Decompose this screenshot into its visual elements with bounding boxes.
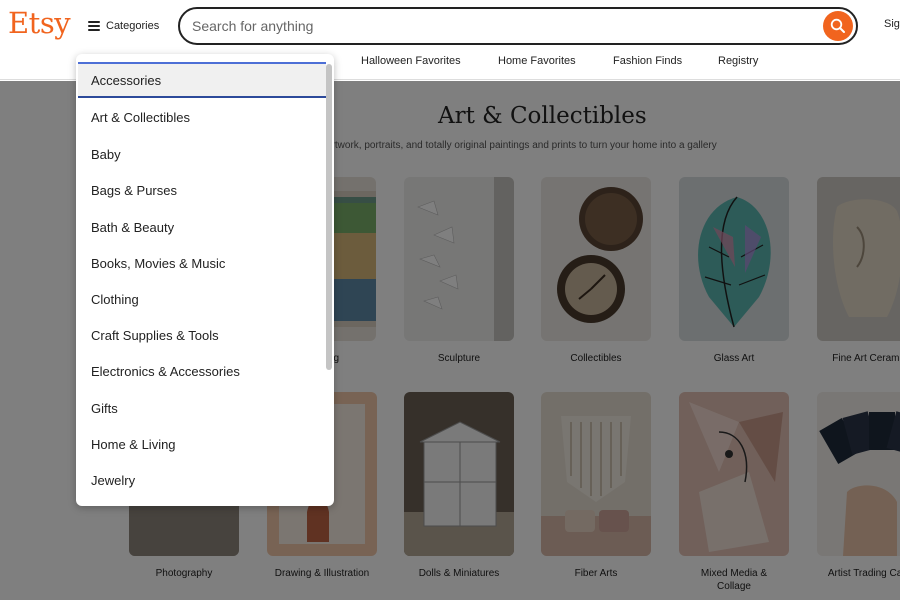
- subnav-registry[interactable]: Registry: [718, 55, 758, 67]
- dropdown-item-books-movies-music[interactable]: Books, Movies & Music: [78, 245, 326, 281]
- hamburger-icon: [88, 21, 100, 31]
- subnav-fashion-finds[interactable]: Fashion Finds: [613, 55, 682, 67]
- search-button[interactable]: [823, 11, 853, 41]
- dropdown-item-jewelry[interactable]: Jewelry: [78, 462, 326, 498]
- header: Etsy Categories Sign in: [0, 0, 900, 52]
- dropdown-item-accessories[interactable]: Accessories: [78, 62, 326, 98]
- dropdown-item-electronics-accessories[interactable]: Electronics & Accessories: [78, 353, 326, 389]
- dropdown-item-craft-supplies-tools[interactable]: Craft Supplies & Tools: [78, 317, 326, 353]
- dropdown-item-bath-beauty[interactable]: Bath & Beauty: [78, 209, 326, 245]
- etsy-logo[interactable]: Etsy: [8, 6, 71, 40]
- sign-in-link[interactable]: Sign in: [884, 18, 900, 30]
- search-icon: [830, 18, 845, 33]
- dropdown-item-home-living[interactable]: Home & Living: [78, 426, 326, 462]
- categories-button[interactable]: Categories: [88, 16, 159, 36]
- dropdown-scrollbar[interactable]: [326, 64, 332, 370]
- dropdown-item-baby[interactable]: Baby: [78, 136, 326, 172]
- subnav-halloween-favorites[interactable]: Halloween Favorites: [361, 55, 461, 67]
- search-bar: [178, 7, 858, 45]
- search-input[interactable]: [192, 16, 812, 36]
- dropdown-item-gifts[interactable]: Gifts: [78, 390, 326, 426]
- categories-dropdown: Accessories Art & Collectibles Baby Bags…: [76, 54, 334, 506]
- subnav-home-favorites[interactable]: Home Favorites: [498, 55, 576, 67]
- dropdown-item-bags-purses[interactable]: Bags & Purses: [78, 172, 326, 208]
- categories-label: Categories: [106, 20, 160, 32]
- dropdown-item-clothing[interactable]: Clothing: [78, 281, 326, 317]
- dropdown-item-art-collectibles[interactable]: Art & Collectibles: [78, 99, 326, 135]
